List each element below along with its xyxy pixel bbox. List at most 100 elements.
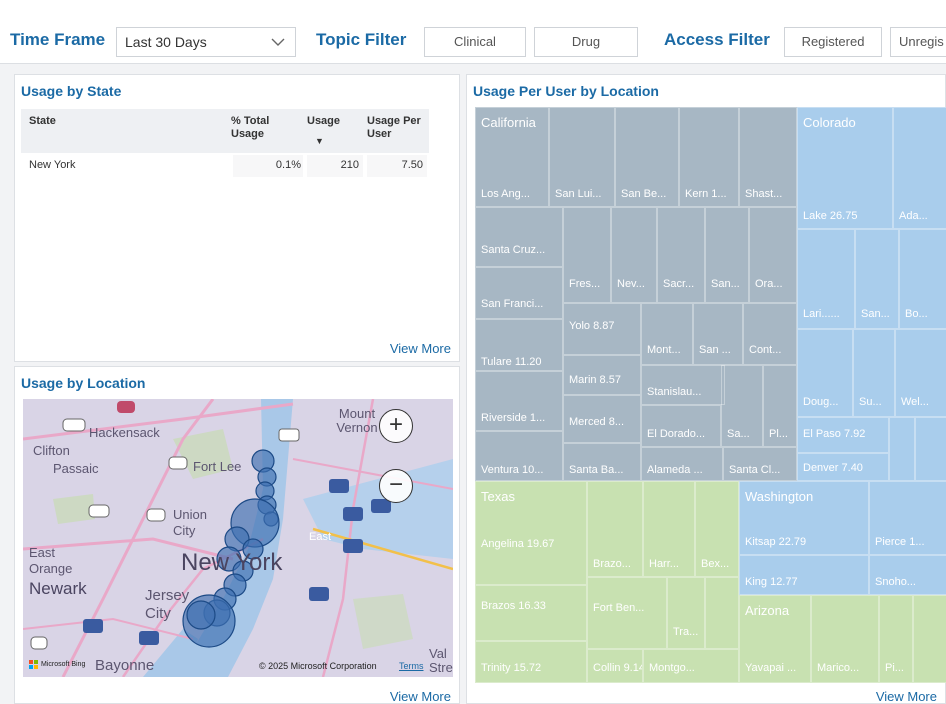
treemap-cell[interactable]: Ventura 10... [475, 431, 563, 481]
access-option-unregistered[interactable]: Unregis [890, 27, 946, 57]
treemap-cell[interactable]: San... [705, 207, 749, 303]
treemap-cell[interactable]: Collin 9.14 [587, 649, 643, 683]
topic-option-clinical[interactable]: Clinical [424, 27, 526, 57]
treemap-cell[interactable]: Trinity 15.72 [475, 641, 587, 683]
treemap-cell[interactable] [915, 417, 946, 481]
zoom-out-button[interactable]: − [379, 469, 413, 503]
treemap-cell[interactable]: San Lui... [549, 107, 615, 207]
cell-label: Bo... [905, 308, 928, 320]
treemap-cell[interactable] [705, 577, 739, 649]
cell-label: Yolo 8.87 [569, 320, 615, 332]
treemap-cell[interactable]: Marin 8.57 [563, 355, 641, 395]
access-option-registered[interactable]: Registered [784, 27, 882, 57]
treemap-cell[interactable]: Wel... [895, 329, 946, 417]
treemap-cell[interactable]: Kern 1... [679, 107, 739, 207]
sort-desc-icon: ▼ [315, 136, 324, 146]
treemap-cell[interactable]: Bex... [695, 481, 739, 577]
time-frame-dropdown[interactable]: Last 30 Days [116, 27, 296, 57]
treemap-cell[interactable]: Doug... [797, 329, 853, 417]
treemap-cell[interactable]: Pi... [879, 595, 913, 683]
map-label-fort-lee: Fort Lee [193, 459, 242, 474]
terms-link[interactable]: Terms [399, 661, 424, 671]
treemap-cell[interactable]: Bo... [899, 229, 946, 329]
treemap-cell[interactable]: Tulare 11.20 [475, 319, 563, 371]
treemap-cell[interactable]: Tra... [667, 577, 705, 649]
cell-label: San ... [699, 344, 731, 356]
treemap-cell[interactable]: Su... [853, 329, 895, 417]
col-state[interactable]: State [29, 115, 56, 128]
col-usage-per-user[interactable]: Usage Per User [367, 115, 423, 141]
col-usage[interactable]: Usage [307, 115, 340, 128]
treemap-cell[interactable]: Riverside 1... [475, 371, 563, 431]
treemap-cell[interactable]: Merced 8... [563, 395, 641, 443]
cell-label: Kern 1... [685, 188, 727, 200]
treemap-cell[interactable]: Yavapai ... [739, 595, 811, 683]
treemap-cell[interactable]: Snoho... [869, 555, 946, 595]
treemap-cell[interactable] [913, 595, 946, 683]
treemap-cell[interactable]: Fort Ben... [587, 577, 667, 649]
dashboard: Time Frame Last 30 Days Topic Filter Cli… [0, 0, 946, 704]
filter-bar: Time Frame Last 30 Days Topic Filter Cli… [0, 0, 946, 64]
treemap-cell[interactable]: Cont... [743, 303, 797, 365]
treemap-cell[interactable]: Montgo... [643, 649, 739, 683]
treemap-cell[interactable]: Lari...... [797, 229, 855, 329]
cell-label: Angelina 19.67 [481, 538, 555, 550]
treemap-cell[interactable]: Mont... [641, 303, 693, 365]
treemap-cell[interactable]: Denver 7.40 [797, 453, 889, 481]
treemap-cell[interactable]: Santa Cl... [723, 447, 797, 481]
treemap-cell[interactable]: Santa Ba... [563, 443, 641, 481]
treemap-cell[interactable]: Ora... [749, 207, 797, 303]
treemap-cell[interactable]: Sa... [721, 365, 763, 447]
cell-label: Sa... [727, 428, 750, 440]
map-label-val-stre: Val Stre [429, 646, 453, 675]
treemap-cell[interactable]: Ada... [893, 107, 946, 229]
time-frame-title: Time Frame [10, 30, 106, 49]
cell-label: Trinity 15.72 [481, 662, 542, 674]
treemap-cell[interactable]: Alameda ... [641, 447, 723, 481]
treemap-cell[interactable]: Fres... [563, 207, 611, 303]
topic-option-drug[interactable]: Drug [534, 27, 638, 57]
cell-label: Lake 26.75 [803, 210, 858, 222]
view-more-link[interactable]: View More [390, 341, 451, 356]
treemap-cell[interactable]: Stanislau... [641, 365, 725, 405]
treemap-cell[interactable]: Pierce 1... [869, 481, 946, 555]
treemap-cell[interactable]: San ... [693, 303, 743, 365]
col-pct-total[interactable]: % Total Usage [231, 115, 287, 141]
treemap-cell[interactable]: El Dorado... [641, 405, 721, 447]
treemap-cell[interactable] [889, 417, 915, 481]
cell-label: Brazos 16.33 [481, 600, 546, 612]
treemap-cell[interactable]: Santa Cruz... [475, 207, 563, 267]
treemap-cell[interactable]: San Be... [615, 107, 679, 207]
view-more-link[interactable]: View More [876, 689, 937, 704]
treemap-cell[interactable]: Lake 26.75 [797, 107, 893, 229]
cell-label: Ada... [899, 210, 928, 222]
cell-label: Pl... [769, 428, 788, 440]
treemap-cell[interactable]: Harr... [643, 481, 695, 577]
cell-label: Wel... [901, 396, 929, 408]
treemap-cell[interactable]: El Paso 7.92 [797, 417, 889, 453]
treemap-cell[interactable]: San... [855, 229, 899, 329]
map[interactable]: Hackensack Clifton Passaic Fort Lee Moun… [23, 399, 453, 677]
treemap-cell[interactable]: Brazo... [587, 481, 643, 577]
treemap-cell[interactable]: Los Ang... [475, 107, 549, 207]
cell-label: Collin 9.14 [593, 662, 643, 674]
cell-label: Snoho... [875, 576, 916, 588]
treemap-cell[interactable]: Angelina 19.67 [475, 481, 587, 585]
treemap-cell[interactable]: Yolo 8.87 [563, 303, 641, 355]
treemap-cell[interactable]: Pl... [763, 365, 797, 447]
treemap-cell[interactable]: King 12.77 [739, 555, 869, 595]
treemap-cell[interactable]: Brazos 16.33 [475, 585, 587, 641]
treemap-cell[interactable]: Nev... [611, 207, 657, 303]
panel-title: Usage Per User by Location [473, 83, 659, 99]
view-more-link[interactable]: View More [390, 689, 451, 704]
treemap-cell[interactable]: San Franci... [475, 267, 563, 319]
zoom-in-button[interactable]: + [379, 409, 413, 443]
treemap-cell[interactable]: Kitsap 22.79 [739, 481, 869, 555]
treemap-cell[interactable]: Marico... [811, 595, 879, 683]
treemap-cell[interactable]: Shast... [739, 107, 797, 207]
table-row[interactable]: New York 0.1% 210 7.50 [21, 155, 429, 177]
cell-label: Nev... [617, 278, 645, 290]
treemap-cell[interactable]: Sacr... [657, 207, 705, 303]
microsoft-logo-icon [29, 660, 39, 670]
table-header: State % Total Usage Usage Usage Per User… [21, 109, 429, 153]
